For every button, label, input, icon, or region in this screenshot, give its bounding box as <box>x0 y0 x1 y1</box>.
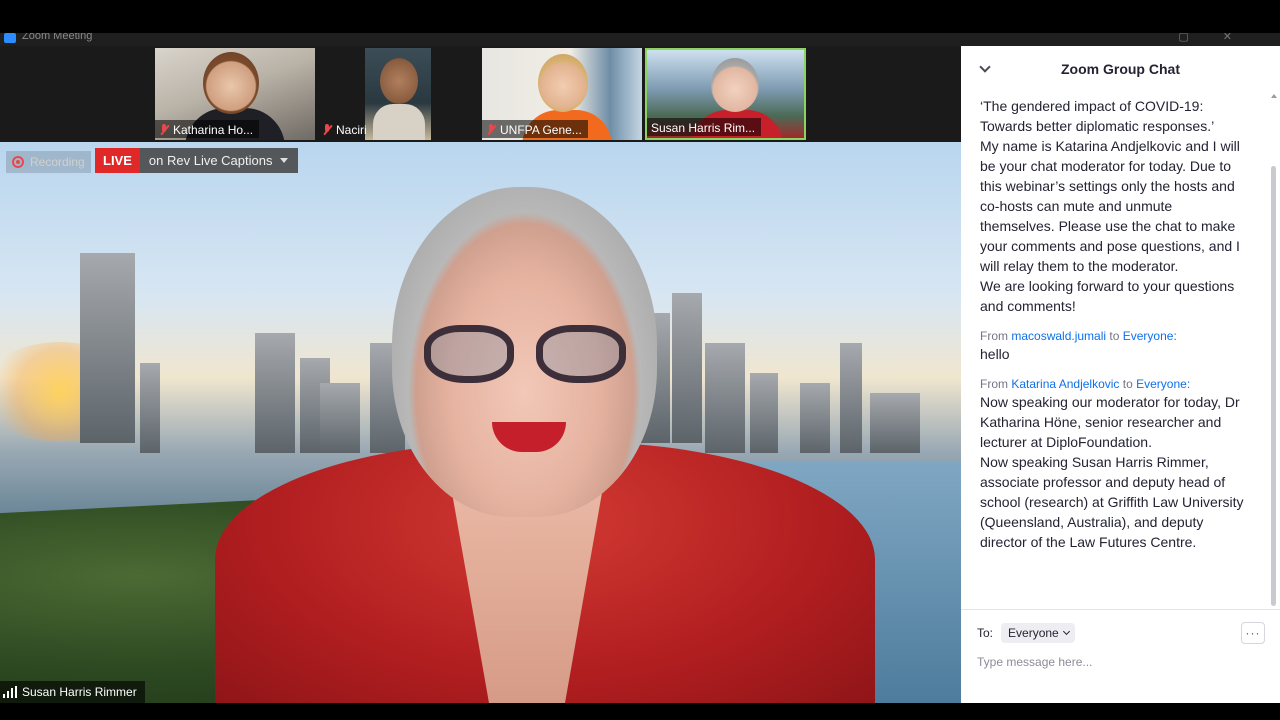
chat-recipient[interactable]: Everyone: <box>1136 377 1190 391</box>
mic-off-icon <box>159 123 169 136</box>
participant-name: Susan Harris Rim... <box>651 120 756 135</box>
scroll-up-icon[interactable] <box>1271 94 1277 98</box>
participant-name: Katharina Ho... <box>173 122 254 137</box>
participant-name-label: UNFPA Gene... <box>482 120 588 138</box>
chat-recipient[interactable]: Everyone: <box>1123 329 1177 343</box>
participant-video <box>711 58 759 112</box>
chat-message: From macoswald.jumali to Everyone: hello <box>980 328 1250 364</box>
live-stream-dropdown[interactable]: on Rev Live Captions <box>139 148 299 173</box>
chat-message-input[interactable] <box>977 652 1267 672</box>
chat-header: Zoom Group Chat <box>961 46 1280 92</box>
participant-video <box>538 54 588 112</box>
participant-name: Naciri <box>336 122 367 137</box>
more-icon: ··· <box>1245 626 1261 640</box>
window-controls[interactable]: ▢✕ <box>1178 33 1266 43</box>
participant-name-label: Susan Harris Rim... <box>647 118 762 136</box>
participant-name-label: Katharina Ho... <box>155 120 260 138</box>
participant-strip: Katharina Ho... Naciri UNFPA Gene... Sus… <box>0 46 961 142</box>
chat-message: From Katarina Andjelkovic to Everyone: N… <box>980 376 1250 552</box>
zoom-app-icon <box>4 33 16 43</box>
recording-label: Recording <box>30 155 85 169</box>
live-stream-label: on Rev Live Captions <box>148 153 273 168</box>
chat-message-text: ‘The gendered impact of COVID-19: Toward… <box>980 98 1240 314</box>
live-badge: LIVE <box>95 148 140 173</box>
more-options-button[interactable]: ··· <box>1241 622 1265 644</box>
chat-panel: Zoom Group Chat ‘The gendered impact of … <box>961 46 1280 703</box>
chevron-down-icon[interactable] <box>979 61 991 73</box>
recording-icon <box>12 156 24 168</box>
letterbox-top <box>0 0 1280 33</box>
recording-indicator[interactable]: Recording <box>6 151 91 173</box>
participant-tile[interactable]: UNFPA Gene... <box>482 48 642 140</box>
chevron-down-icon <box>1062 627 1070 636</box>
chat-message-text: Now speaking our moderator for today, Dr… <box>980 394 1244 550</box>
divider <box>961 609 1280 610</box>
participant-tile[interactable]: Katharina Ho... <box>155 48 315 140</box>
chat-message-meta: From Katarina Andjelkovic to Everyone: <box>980 377 1191 391</box>
signal-bars-icon <box>3 686 17 698</box>
participant-tile-active-speaker[interactable]: Susan Harris Rim... <box>645 48 806 140</box>
participant-video <box>380 58 418 104</box>
chat-message: ‘The gendered impact of COVID-19: Toward… <box>980 96 1250 316</box>
chat-message-meta: From macoswald.jumali to Everyone: <box>980 329 1177 343</box>
window-titlebar: Zoom Meeting ▢✕ <box>0 33 1280 46</box>
participant-name: UNFPA Gene... <box>500 122 582 137</box>
speaker-name: Susan Harris Rimmer <box>22 685 137 699</box>
chat-sender[interactable]: Katarina Andjelkovic <box>1011 377 1119 391</box>
speaker-glasses <box>424 325 629 385</box>
speaker-name-label: Susan Harris Rimmer <box>0 681 145 703</box>
chat-title: Zoom Group Chat <box>1061 61 1180 77</box>
participant-tile[interactable]: Naciri <box>318 48 478 140</box>
chat-message-text: hello <box>980 346 1010 362</box>
mic-off-icon <box>486 123 496 136</box>
participant-video <box>203 52 259 114</box>
chat-scrollbar[interactable] <box>1271 166 1276 606</box>
letterbox-bottom <box>0 703 1280 720</box>
meeting-area: Katharina Ho... Naciri UNFPA Gene... Sus… <box>0 46 961 703</box>
chat-messages[interactable]: ‘The gendered impact of COVID-19: Toward… <box>980 96 1250 601</box>
live-stream-indicator[interactable]: LIVE on Rev Live Captions <box>95 148 299 173</box>
window-title: Zoom Meeting <box>22 33 93 42</box>
recipient-select-value: Everyone <box>1008 626 1059 640</box>
participant-name-label: Naciri <box>318 120 373 138</box>
recipient-select[interactable]: Everyone <box>1001 623 1075 643</box>
caret-down-icon <box>280 158 289 163</box>
mic-off-icon <box>322 123 332 136</box>
chat-sender[interactable]: macoswald.jumali <box>1011 329 1106 343</box>
participant-video <box>373 104 425 140</box>
active-speaker-video[interactable]: Recording LIVE on Rev Live Captions Susa… <box>0 142 961 703</box>
recipient-row: To: Everyone <box>977 622 1075 644</box>
to-label: To: <box>977 626 994 640</box>
